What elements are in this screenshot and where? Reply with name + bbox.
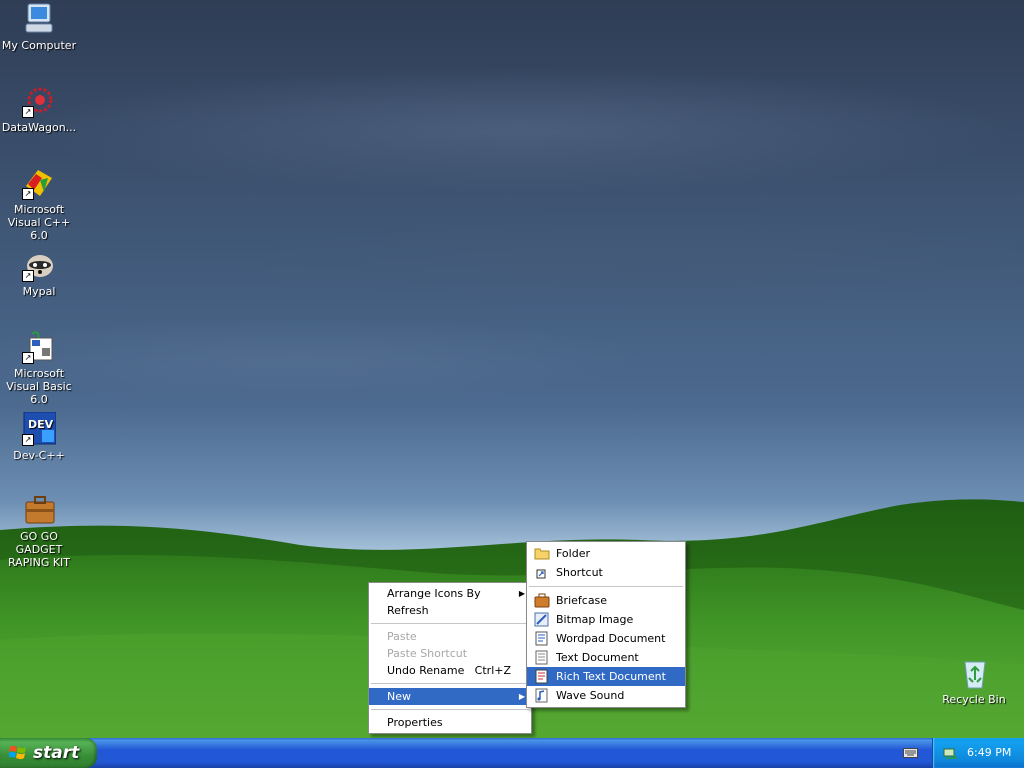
menu-item-label: Wave Sound	[556, 689, 625, 702]
desktop-icon-label: Mypal	[22, 285, 56, 298]
menu-item-label: Briefcase	[556, 594, 608, 607]
desktop[interactable]: My Computer ↗ DataWagon... ↗ Microsoft V…	[0, 0, 1024, 738]
dev-cpp-icon: DEV ↗	[22, 411, 57, 446]
submenu-item-rich-text-document[interactable]: Rich Text Document	[527, 667, 685, 686]
desktop-icon-label: Dev-C++	[13, 449, 65, 462]
shortcut-arrow-icon: ↗	[22, 106, 34, 118]
taskbar-clock[interactable]: 6:49 PM	[967, 738, 1011, 768]
shortcut-icon	[536, 569, 546, 579]
submenu-arrow-icon: ▶	[518, 589, 525, 598]
menu-item-label: Paste Shortcut	[387, 647, 468, 660]
mypal-raccoon-icon: ↗	[22, 248, 56, 282]
desktop-icon-label: Microsoft Visual C++ 6.0	[7, 203, 71, 242]
desktop-icon-visual-basic[interactable]: ↗ Microsoft Visual Basic 6.0	[0, 330, 79, 406]
desktop-icon-label: My Computer	[1, 39, 77, 52]
menu-item-paste-shortcut: Paste Shortcut	[369, 645, 531, 662]
folder-icon	[534, 548, 550, 560]
menu-item-undo-rename[interactable]: Undo Rename Ctrl+Z	[369, 662, 531, 679]
network-tray-icon[interactable]	[942, 745, 958, 761]
bitmap-icon	[534, 612, 549, 627]
rich-text-icon	[535, 669, 548, 684]
menu-item-label: Text Document	[556, 651, 639, 664]
datawagon-icon: ↗	[22, 84, 56, 118]
system-tray: 6:49 PM	[932, 738, 1024, 768]
start-button-label: start	[33, 743, 80, 763]
menu-item-refresh[interactable]: Refresh	[369, 602, 531, 619]
keyboard-language-icon[interactable]	[903, 746, 918, 759]
menu-separator	[371, 683, 529, 684]
briefcase-icon	[22, 493, 56, 527]
menu-item-label: Folder	[556, 547, 590, 560]
menu-item-label: Bitmap Image	[556, 613, 634, 626]
start-button[interactable]: start	[0, 738, 97, 768]
menu-item-label: Undo Rename	[387, 664, 465, 677]
submenu-item-bitmap-image[interactable]: Bitmap Image	[527, 610, 685, 629]
menu-item-label: Shortcut	[556, 566, 603, 579]
visual-basic-icon: ↗	[22, 330, 56, 364]
desktop-icon-datawagon[interactable]: ↗ DataWagon...	[0, 84, 79, 134]
submenu-item-shortcut[interactable]: Shortcut	[527, 563, 685, 582]
submenu-item-wave-sound[interactable]: Wave Sound	[527, 686, 685, 705]
desktop-icon-label: DataWagon...	[1, 121, 77, 134]
submenu-item-briefcase[interactable]: Briefcase	[527, 591, 685, 610]
submenu-item-text-document[interactable]: Text Document	[527, 648, 685, 667]
menu-item-properties[interactable]: Properties	[369, 714, 531, 731]
submenu-item-wordpad-document[interactable]: Wordpad Document	[527, 629, 685, 648]
wordpad-icon	[535, 631, 548, 646]
submenu-arrow-icon: ▶	[518, 692, 525, 701]
wave-sound-icon	[535, 688, 548, 703]
menu-item-label: Rich Text Document	[556, 670, 666, 683]
text-document-icon	[535, 650, 548, 665]
shortcut-arrow-icon: ↗	[22, 188, 34, 200]
submenu-item-folder[interactable]: Folder	[527, 544, 685, 563]
desktop-icon-visual-cpp[interactable]: ↗ Microsoft Visual C++ 6.0	[0, 166, 79, 242]
taskbar: start 6:49 PM	[0, 738, 1024, 768]
new-submenu: Folder Shortcut Briefcase Bitmap Image W…	[526, 541, 686, 708]
desktop-icon-label: Recycle Bin	[942, 693, 1006, 706]
menu-item-label: Wordpad Document	[556, 632, 666, 645]
menu-item-new[interactable]: New ▶	[369, 688, 531, 705]
shortcut-arrow-icon: ↗	[22, 434, 34, 446]
visual-cpp-icon: ↗	[22, 166, 56, 200]
menu-item-label: Refresh	[387, 604, 429, 617]
desktop-icon-go-go-gadget[interactable]: GO GO GADGET RAPING KIT	[0, 493, 79, 569]
windows-flag-icon	[9, 745, 26, 760]
desktop-icon-my-computer[interactable]: My Computer	[0, 2, 79, 52]
menu-item-label: Arrange Icons By	[387, 587, 481, 600]
shortcut-arrow-icon: ↗	[22, 352, 34, 364]
menu-item-label: Paste	[387, 630, 417, 643]
desktop-context-menu: Arrange Icons By ▶ Refresh Paste Paste S…	[368, 582, 532, 734]
menu-separator	[371, 623, 529, 624]
shortcut-arrow-icon: ↗	[22, 270, 34, 282]
menu-separator	[529, 586, 683, 587]
briefcase-icon	[534, 593, 550, 608]
menu-separator	[371, 709, 529, 710]
menu-item-paste: Paste	[369, 628, 531, 645]
recycle-bin-icon	[957, 656, 991, 690]
desktop-icon-dev-cpp[interactable]: DEV ↗ Dev-C++	[0, 411, 79, 462]
my-computer-icon	[22, 2, 56, 36]
menu-item-arrange-icons-by[interactable]: Arrange Icons By ▶	[369, 585, 531, 602]
dev-icon-text: DEV	[28, 418, 54, 431]
desktop-icon-mypal[interactable]: ↗ Mypal	[0, 248, 79, 298]
desktop-icon-label: Microsoft Visual Basic 6.0	[6, 367, 72, 406]
desktop-icon-recycle-bin[interactable]: Recycle Bin	[934, 656, 1014, 706]
desktop-icon-label: GO GO GADGET RAPING KIT	[7, 530, 71, 569]
menu-item-label: Properties	[387, 716, 443, 729]
menu-item-label: New	[387, 690, 411, 703]
menu-item-shortcut: Ctrl+Z	[474, 664, 511, 677]
